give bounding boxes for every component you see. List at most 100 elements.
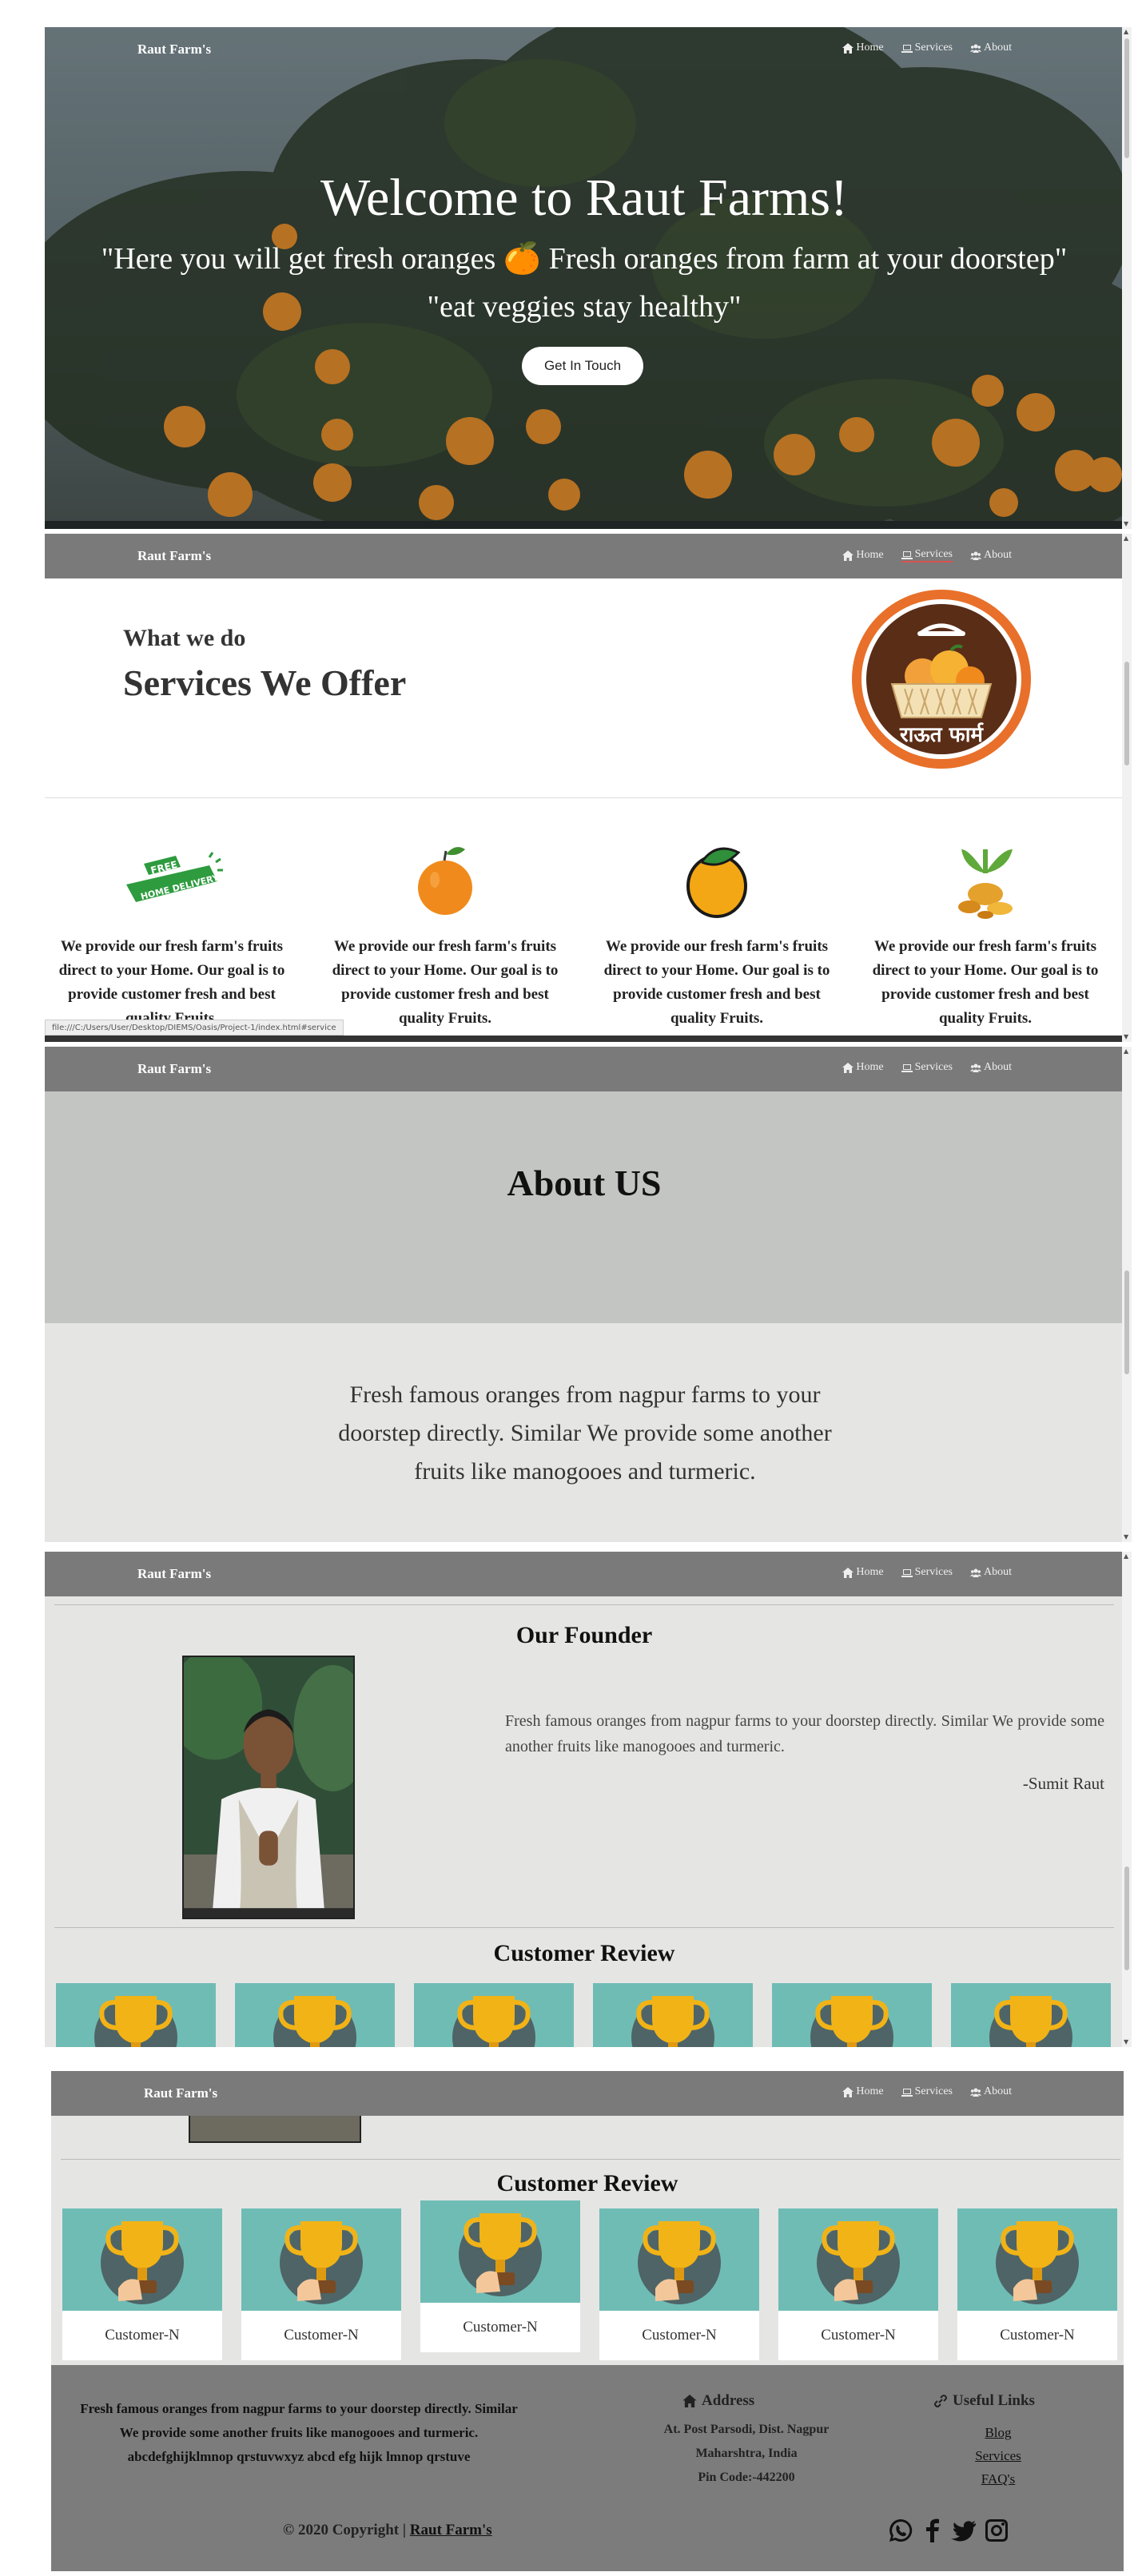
copyright-link[interactable]: Raut Farm's bbox=[410, 2522, 492, 2538]
footer: Fresh famous oranges from nagpur farms t… bbox=[51, 2365, 1124, 2571]
scrollbar-thumb[interactable] bbox=[1124, 1270, 1129, 1374]
review-card-image bbox=[420, 2200, 580, 2303]
nav-services[interactable]: Services bbox=[901, 1566, 953, 1579]
nav-home[interactable]: Home bbox=[842, 1061, 884, 1074]
section-divider bbox=[61, 2159, 1120, 2160]
instagram-icon[interactable] bbox=[983, 2517, 1010, 2544]
review-card[interactable] bbox=[235, 1983, 395, 2047]
scroll-up-arrow-icon[interactable]: ▲ bbox=[1124, 535, 1130, 542]
nav-home[interactable]: Home bbox=[842, 42, 884, 54]
footer-link-faqs[interactable]: FAQ's bbox=[930, 2467, 1066, 2491]
nav-about[interactable]: About bbox=[970, 42, 1012, 54]
founder-title: Our Founder bbox=[515, 1622, 653, 1648]
twitter-icon[interactable] bbox=[951, 2517, 978, 2544]
scroll-down-arrow-icon[interactable]: ▼ bbox=[1124, 2039, 1130, 2045]
nav-services-label: Services bbox=[914, 548, 953, 560]
brand-logo[interactable]: Raut Farm's bbox=[137, 548, 211, 564]
nav-links: Home Services About bbox=[842, 548, 1012, 563]
scroll-up-arrow-icon[interactable]: ▲ bbox=[1124, 29, 1130, 35]
review-card[interactable]: Customer-N bbox=[957, 2208, 1117, 2360]
nav-home[interactable]: Home bbox=[842, 2085, 884, 2098]
nav-home-label: Home bbox=[856, 549, 884, 561]
scroll-down-arrow-icon[interactable]: ▼ bbox=[1124, 521, 1130, 527]
footer-link-services[interactable]: Services bbox=[930, 2444, 1066, 2467]
free-home-delivery-icon: FREE HOME DELIVERY bbox=[126, 852, 223, 902]
footer-address-line: Pin Code:-442200 bbox=[698, 2471, 795, 2484]
review-card-image bbox=[778, 2208, 938, 2311]
review-card[interactable] bbox=[414, 1983, 574, 2047]
scroll-up-arrow-icon[interactable]: ▲ bbox=[1124, 1048, 1130, 1055]
nav-about[interactable]: About bbox=[970, 1061, 1012, 1074]
scroll-down-arrow-icon[interactable]: ▼ bbox=[1124, 1034, 1130, 1040]
review-card[interactable] bbox=[772, 1983, 932, 2047]
trophy-icon bbox=[94, 1996, 177, 2047]
review-card[interactable] bbox=[593, 1983, 753, 2047]
nav-about-label: About bbox=[984, 2085, 1012, 2097]
nav-about[interactable]: About bbox=[970, 1566, 1012, 1579]
founder-signature: -Sumit Raut bbox=[1022, 1774, 1104, 1793]
trophy-icon bbox=[810, 1996, 893, 2047]
service-card-text: We provide our fresh farm's fruits direc… bbox=[603, 938, 830, 1027]
scroll-up-arrow-icon[interactable]: ▲ bbox=[1124, 1553, 1130, 1560]
scrollbar-thumb[interactable] bbox=[1124, 1866, 1129, 1970]
footer-about-text: Fresh famous oranges from nagpur farms t… bbox=[80, 2401, 518, 2464]
home-icon bbox=[842, 42, 854, 54]
review-card[interactable] bbox=[951, 1983, 1111, 2047]
review-card-image bbox=[951, 1983, 1111, 2047]
review-card[interactable]: Customer-N bbox=[62, 2208, 222, 2360]
scrollbar[interactable]: ▲ ▼ bbox=[1122, 534, 1132, 1042]
scrollbar[interactable]: ▲ ▼ bbox=[1122, 1552, 1132, 2047]
nav-services[interactable]: Services bbox=[901, 2085, 953, 2098]
navbar: Raut Farm's Home Services About bbox=[51, 2071, 1124, 2116]
section-bottom-band bbox=[45, 1036, 1124, 1042]
brand-logo[interactable]: Raut Farm's bbox=[144, 2085, 217, 2101]
review-card-image bbox=[235, 1983, 395, 2047]
whatsapp-icon[interactable] bbox=[887, 2517, 914, 2544]
nav-services[interactable]: Services bbox=[901, 1061, 953, 1074]
nav-links: Home Services About bbox=[842, 2085, 1012, 2098]
hero-section: Raut Farm's Home Services About Welcome … bbox=[45, 27, 1124, 529]
brand-logo[interactable]: Raut Farm's bbox=[137, 1566, 211, 1582]
brand-logo[interactable]: Raut Farm's bbox=[137, 42, 211, 58]
review-card[interactable]: Customer-N bbox=[778, 2208, 938, 2360]
about-title: About US bbox=[507, 1163, 662, 1203]
nav-about[interactable]: About bbox=[970, 548, 1012, 563]
navbar: Raut Farm's Home Services About bbox=[45, 534, 1124, 578]
service-card: We provide our fresh farm's fruits direc… bbox=[601, 837, 833, 1031]
facebook-icon[interactable] bbox=[919, 2517, 946, 2544]
scrollbar[interactable]: ▲ ▼ bbox=[1122, 1047, 1132, 1542]
nav-home[interactable]: Home bbox=[842, 548, 884, 563]
scrollbar-thumb[interactable] bbox=[1124, 38, 1129, 158]
scroll-down-arrow-icon[interactable]: ▼ bbox=[1124, 1534, 1130, 1540]
brand-logo[interactable]: Raut Farm's bbox=[137, 1061, 211, 1077]
customer-name: Customer-N bbox=[463, 2319, 538, 2335]
nav-links: Home Services About bbox=[842, 42, 1012, 54]
nav-services[interactable]: Services bbox=[901, 42, 953, 54]
nav-services-label: Services bbox=[914, 1566, 953, 1578]
get-in-touch-button[interactable]: Get In Touch bbox=[522, 347, 643, 385]
home-icon bbox=[842, 2086, 854, 2097]
nav-about[interactable]: About bbox=[970, 2085, 1012, 2098]
scrollbar-thumb[interactable] bbox=[1124, 662, 1129, 765]
nav-services[interactable]: Services bbox=[901, 548, 953, 563]
service-card-text: We provide our fresh farm's fruits direc… bbox=[872, 938, 1099, 1027]
review-card[interactable]: Customer-N bbox=[599, 2208, 759, 2360]
review-card-image bbox=[62, 2208, 222, 2311]
home-icon bbox=[842, 1062, 854, 1073]
scrollbar[interactable]: ▲ ▼ bbox=[1122, 27, 1132, 529]
footer-link-blog[interactable]: Blog bbox=[930, 2421, 1066, 2444]
review-card[interactable]: Customer-N bbox=[420, 2200, 580, 2352]
service-card-text: We provide our fresh farm's fruits direc… bbox=[58, 938, 285, 1027]
section-divider bbox=[54, 1604, 1114, 1605]
review-card[interactable] bbox=[56, 1983, 216, 2047]
nav-home-label: Home bbox=[856, 1061, 884, 1073]
trophy-icon bbox=[817, 2221, 900, 2304]
mango-icon bbox=[686, 847, 747, 918]
review-card-image bbox=[414, 1983, 574, 2047]
customer-name: Customer-N bbox=[1000, 2327, 1075, 2343]
service-card: We provide our fresh farm's fruits direc… bbox=[869, 837, 1101, 1031]
nav-home[interactable]: Home bbox=[842, 1566, 884, 1579]
footer-links-heading: Useful Links bbox=[933, 2392, 1035, 2410]
review-card[interactable]: Customer-N bbox=[241, 2208, 401, 2360]
laptop-icon bbox=[901, 1568, 913, 1577]
